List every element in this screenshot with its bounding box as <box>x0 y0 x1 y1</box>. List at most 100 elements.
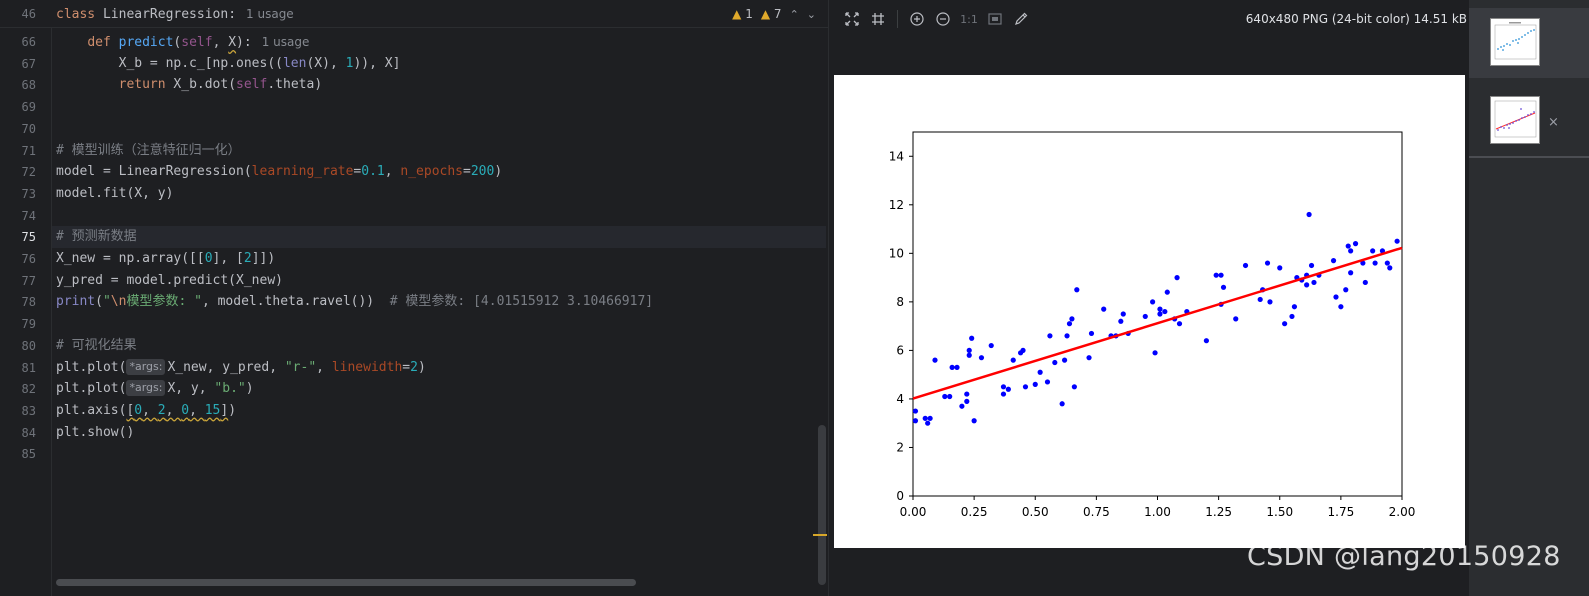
weak-warning-count: 7 <box>773 7 782 21</box>
chevron-down-icon[interactable]: ⌄ <box>807 8 816 21</box>
data-point <box>1120 311 1126 317</box>
data-point <box>1372 260 1378 266</box>
y-tick-label: 14 <box>889 149 904 163</box>
line-number: 77 <box>21 273 36 288</box>
y-tick-label: 4 <box>896 392 904 406</box>
class-name: LinearRegression: <box>95 7 237 22</box>
thumbnail-image <box>1490 18 1540 66</box>
code-line[interactable]: # 模型训练（注意特征归一化） <box>56 140 816 162</box>
line-number: 70 <box>21 121 36 136</box>
data-point <box>1333 294 1339 300</box>
inspection-widget[interactable]: ▲ 1 ▲ 7 ⌃ ⌄ <box>732 7 816 21</box>
data-point <box>912 408 919 414</box>
data-point <box>1330 258 1337 264</box>
data-point <box>942 393 948 400</box>
data-point <box>1304 282 1310 288</box>
line-number: 67 <box>21 56 36 71</box>
thumbnail-image <box>1490 96 1540 144</box>
horizontal-scrollbar[interactable] <box>56 579 636 586</box>
code-editor[interactable]: 66 67 68 69 70 71 72 73 74 75 76 77 78 79 80 81 82 83 84 85… <box>0 0 828 596</box>
code-line[interactable]: plt.plot(*args: X, y, "b.") <box>56 378 816 400</box>
code-line[interactable]: model.fit(X, y) <box>56 183 816 205</box>
code-line[interactable]: plt.plot(*args: X_new, y_pred, "r-", line… <box>56 357 816 379</box>
vertical-scrollbar[interactable] <box>818 425 826 585</box>
code-line[interactable]: # 预测新数据 <box>56 226 816 248</box>
thumbnail-panel: × <box>1469 0 1589 596</box>
code-line[interactable]: # 可视化结果 <box>56 335 816 357</box>
line-number-gutter: 66 67 68 69 70 71 72 73 74 75 76 77 78 79 80 81 82 83 84 85 <box>0 0 52 596</box>
line-number: 76 <box>21 252 36 266</box>
data-point <box>1162 308 1168 315</box>
x-tick-label: 1.50 <box>1266 505 1293 519</box>
data-point <box>1059 401 1065 407</box>
code-line[interactable]: print("\n模型参数: ", model.theta.ravel()) #… <box>56 291 816 313</box>
thumb-points <box>1497 108 1535 131</box>
weak-warning-indicator[interactable]: ▲ 7 <box>761 7 782 21</box>
x-tick-label: 0.25 <box>961 505 988 519</box>
line-number: 78 <box>21 295 36 310</box>
data-point <box>1069 316 1075 322</box>
code-line[interactable]: X_new = np.array([[0], [2]]) <box>56 248 816 270</box>
parameter-hint: *args: <box>126 380 166 397</box>
line-number: 71 <box>21 143 36 158</box>
data-point <box>1101 306 1107 312</box>
code-line[interactable]: plt.show() <box>56 422 816 444</box>
code-line[interactable]: y_pred = model.predict(X_new) <box>56 270 816 292</box>
code-line[interactable]: model = LinearRegression(learning_rate=0… <box>56 161 816 183</box>
close-icon[interactable]: × <box>1548 115 1559 130</box>
code-line[interactable]: plt.axis([0, 2, 0, 15]) <box>56 400 816 422</box>
zoom-out-icon[interactable] <box>932 8 954 30</box>
usage-hint[interactable]: 1 usage <box>262 35 310 49</box>
code-line[interactable]: return X_b.dot(self.theta) <box>56 74 816 96</box>
y-tick-label: 0 <box>896 489 904 503</box>
parameter-hint: *args: <box>126 358 166 375</box>
sticky-code: class LinearRegression: 1 usage <box>56 3 816 26</box>
watermark: CSDN @lang20150928 <box>1247 541 1561 572</box>
warning-indicator[interactable]: ▲ 1 <box>732 7 753 21</box>
data-point <box>1289 313 1295 320</box>
data-point <box>959 403 965 409</box>
data-point <box>1150 299 1156 305</box>
usage-hint[interactable]: 1 usage <box>246 7 294 21</box>
line-number: 85 <box>21 447 36 462</box>
data-point <box>1343 287 1349 293</box>
data-point <box>988 342 994 349</box>
image-canvas[interactable]: 0.00 0.25 0.50 0.75 1.00 1.25 1.50 1.75 2.00 0 2 4 6… <box>834 75 1465 548</box>
data-point <box>1000 391 1007 397</box>
line-number: 80 <box>21 338 36 353</box>
data-point <box>949 364 955 370</box>
code-line[interactable]: X_b = np.c_[np.ones((len(X), 1)), X] <box>56 53 816 75</box>
data-point <box>922 415 928 421</box>
chevron-up-icon[interactable]: ⌃ <box>790 8 799 21</box>
data-point <box>1044 379 1051 385</box>
thumbnail-1[interactable] <box>1469 8 1589 78</box>
code-line[interactable]: def predict(self, X): 1 usage <box>56 31 816 54</box>
data-point <box>1086 355 1092 361</box>
thumbnail-2[interactable]: × <box>1469 85 1589 155</box>
data-point <box>1387 265 1393 271</box>
color-picker-icon[interactable] <box>1010 8 1032 30</box>
background-icon[interactable] <box>984 8 1006 30</box>
data-point <box>1005 386 1011 392</box>
actual-size-button[interactable]: 1:1 <box>958 8 980 30</box>
data-point <box>1037 369 1043 375</box>
data-point <box>1174 275 1180 281</box>
data-point <box>1157 311 1163 317</box>
data-point <box>1277 265 1283 271</box>
data-point <box>1311 279 1317 286</box>
data-point <box>1306 211 1312 218</box>
data-point <box>978 355 985 361</box>
data-point <box>927 415 933 421</box>
data-point <box>1213 272 1219 278</box>
data-point <box>1061 357 1068 363</box>
image-viewer[interactable]: 1:1 640x480 PNG (24-bit color) 14.51 kB … <box>828 0 1469 596</box>
zoom-in-icon[interactable] <box>906 8 928 30</box>
data-point <box>1000 384 1007 390</box>
image-info: 640x480 PNG (24-bit color) 14.51 kB <box>1245 12 1467 26</box>
scrollbar-warning-marker[interactable] <box>813 534 827 536</box>
data-point <box>1022 384 1029 390</box>
fit-icon[interactable] <box>841 8 863 30</box>
grid-icon[interactable] <box>867 8 889 30</box>
data-point <box>1176 321 1183 327</box>
sticky-class-header[interactable]: 46 class LinearRegression: 1 usage ▲ 1 ▲ … <box>0 0 828 28</box>
